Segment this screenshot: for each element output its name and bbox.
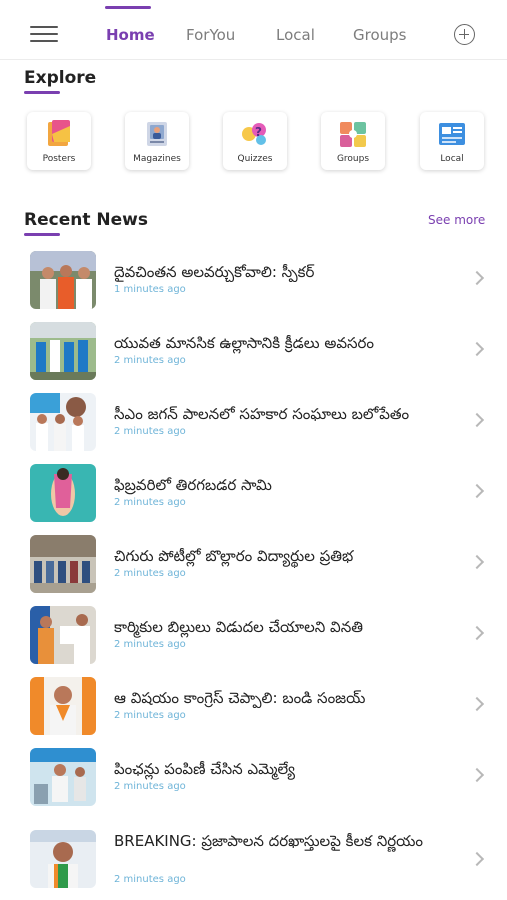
chevron-right-icon: [469, 554, 485, 570]
posters-icon: [48, 120, 70, 146]
news-thumbnail: [30, 748, 96, 806]
chevron-right-icon: [469, 483, 485, 499]
chevron-right-icon: [469, 696, 485, 712]
news-timestamp: 2 minutes ago: [114, 568, 186, 579]
tab-groups[interactable]: Groups: [353, 26, 406, 44]
chevron-right-icon: [469, 851, 485, 867]
news-thumbnail: [30, 830, 96, 888]
news-item[interactable]: యువత మానసిక ఉల్లాసానికి క్రీడలు అవసరం 2 …: [0, 322, 507, 392]
news-title: కార్మికుల బిల్లులు విడుదల చేయాలని వినతి: [114, 618, 363, 636]
news-item[interactable]: దైవచింతన అలవర్చుకోవాలి: స్పీకర్ 1 minute…: [0, 251, 507, 321]
recent-news-underline: [24, 233, 60, 236]
news-timestamp: 2 minutes ago: [114, 497, 186, 508]
news-title: ఫిబ్రవరిలో తిరగబడర సామి: [114, 476, 272, 494]
tab-local[interactable]: Local: [276, 26, 315, 44]
news-title: ఆ విషయం కాంగ్రెస్ చెప్పాలి: బండి సంజయ్: [114, 689, 366, 707]
news-item[interactable]: ఫిబ్రవరిలో తిరగబడర సామి 2 minutes ago: [0, 464, 507, 534]
news-thumbnail: [30, 535, 96, 593]
chevron-right-icon: [469, 412, 485, 428]
explore-heading: Explore: [24, 68, 97, 88]
news-timestamp: 2 minutes ago: [114, 639, 186, 650]
explore-tile-local[interactable]: Local: [420, 112, 484, 170]
chevron-right-icon: [469, 625, 485, 641]
recent-news-heading: Recent News: [24, 210, 148, 230]
news-item[interactable]: చిగురు పోటీల్లో బొల్లారం విద్యార్థుల ప్ర…: [0, 535, 507, 605]
news-item[interactable]: సీఎం జగన్ పాలనలో సహకార సంఘాలు బలోపేతం 2 …: [0, 393, 507, 463]
news-title: యువత మానసిక ఉల్లాసానికి క్రీడలు అవసరం: [114, 334, 375, 352]
news-timestamp: 2 minutes ago: [114, 710, 186, 721]
news-item[interactable]: BREAKING: ప్రజాపాలన దరఖాస్తులపై కీలక నిర…: [0, 830, 507, 894]
explore-tile-quizzes[interactable]: ? Quizzes: [223, 112, 287, 170]
news-thumbnail: [30, 251, 96, 309]
news-timestamp: 2 minutes ago: [114, 781, 186, 792]
top-nav-bar: Home ForYou Local Groups: [0, 0, 507, 60]
local-news-icon: [439, 123, 465, 145]
tile-label: Groups: [336, 154, 370, 164]
chevron-right-icon: [469, 341, 485, 357]
news-timestamp: 2 minutes ago: [114, 426, 186, 437]
magazines-icon: [147, 122, 167, 146]
news-thumbnail: [30, 677, 96, 735]
chevron-right-icon: [469, 767, 485, 783]
news-timestamp: 2 minutes ago: [114, 874, 186, 885]
news-title: దైవచింతన అలవర్చుకోవాలి: స్పీకర్: [114, 263, 315, 281]
explore-tile-groups[interactable]: Groups: [321, 112, 385, 170]
quizzes-icon: ?: [242, 123, 266, 145]
news-thumbnail: [30, 464, 96, 522]
news-item[interactable]: కార్మికుల బిల్లులు విడుదల చేయాలని వినతి …: [0, 606, 507, 676]
news-title: పింఛన్లు పంపిణీ చేసిన ఎమ్మెల్యే: [114, 760, 296, 778]
news-item[interactable]: ఆ విషయం కాంగ్రెస్ చెప్పాలి: బండి సంజయ్ 2…: [0, 677, 507, 747]
hamburger-menu-icon[interactable]: [30, 26, 58, 44]
groups-icon: [340, 122, 366, 147]
explore-underline: [24, 91, 60, 94]
news-thumbnail: [30, 322, 96, 380]
tab-foryou[interactable]: ForYou: [186, 26, 235, 44]
tile-label: Local: [440, 154, 464, 164]
news-thumbnail: [30, 393, 96, 451]
plus-circle-icon[interactable]: [454, 24, 475, 45]
news-item[interactable]: పింఛన్లు పంపిణీ చేసిన ఎమ్మెల్యే 2 minute…: [0, 748, 507, 818]
tile-label: Posters: [42, 154, 76, 164]
tile-label: Magazines: [133, 154, 181, 164]
chevron-right-icon: [469, 270, 485, 286]
news-title: BREAKING: ప్రజాపాలన దరఖాస్తులపై కీలక నిర…: [114, 832, 424, 850]
svg-text:?: ?: [255, 125, 262, 139]
news-thumbnail: [30, 606, 96, 664]
explore-tile-posters[interactable]: Posters: [27, 112, 91, 170]
see-more-link[interactable]: See more: [428, 213, 485, 227]
news-title: సీఎం జగన్ పాలనలో సహకార సంఘాలు బలోపేతం: [114, 405, 410, 423]
active-tab-indicator: [105, 6, 151, 9]
news-title: చిగురు పోటీల్లో బొల్లారం విద్యార్థుల ప్ర…: [114, 547, 354, 565]
explore-tile-magazines[interactable]: Magazines: [125, 112, 189, 170]
tab-home[interactable]: Home: [106, 26, 155, 44]
tile-label: Quizzes: [237, 154, 273, 164]
news-timestamp: 2 minutes ago: [114, 355, 186, 366]
news-timestamp: 1 minutes ago: [114, 284, 186, 295]
